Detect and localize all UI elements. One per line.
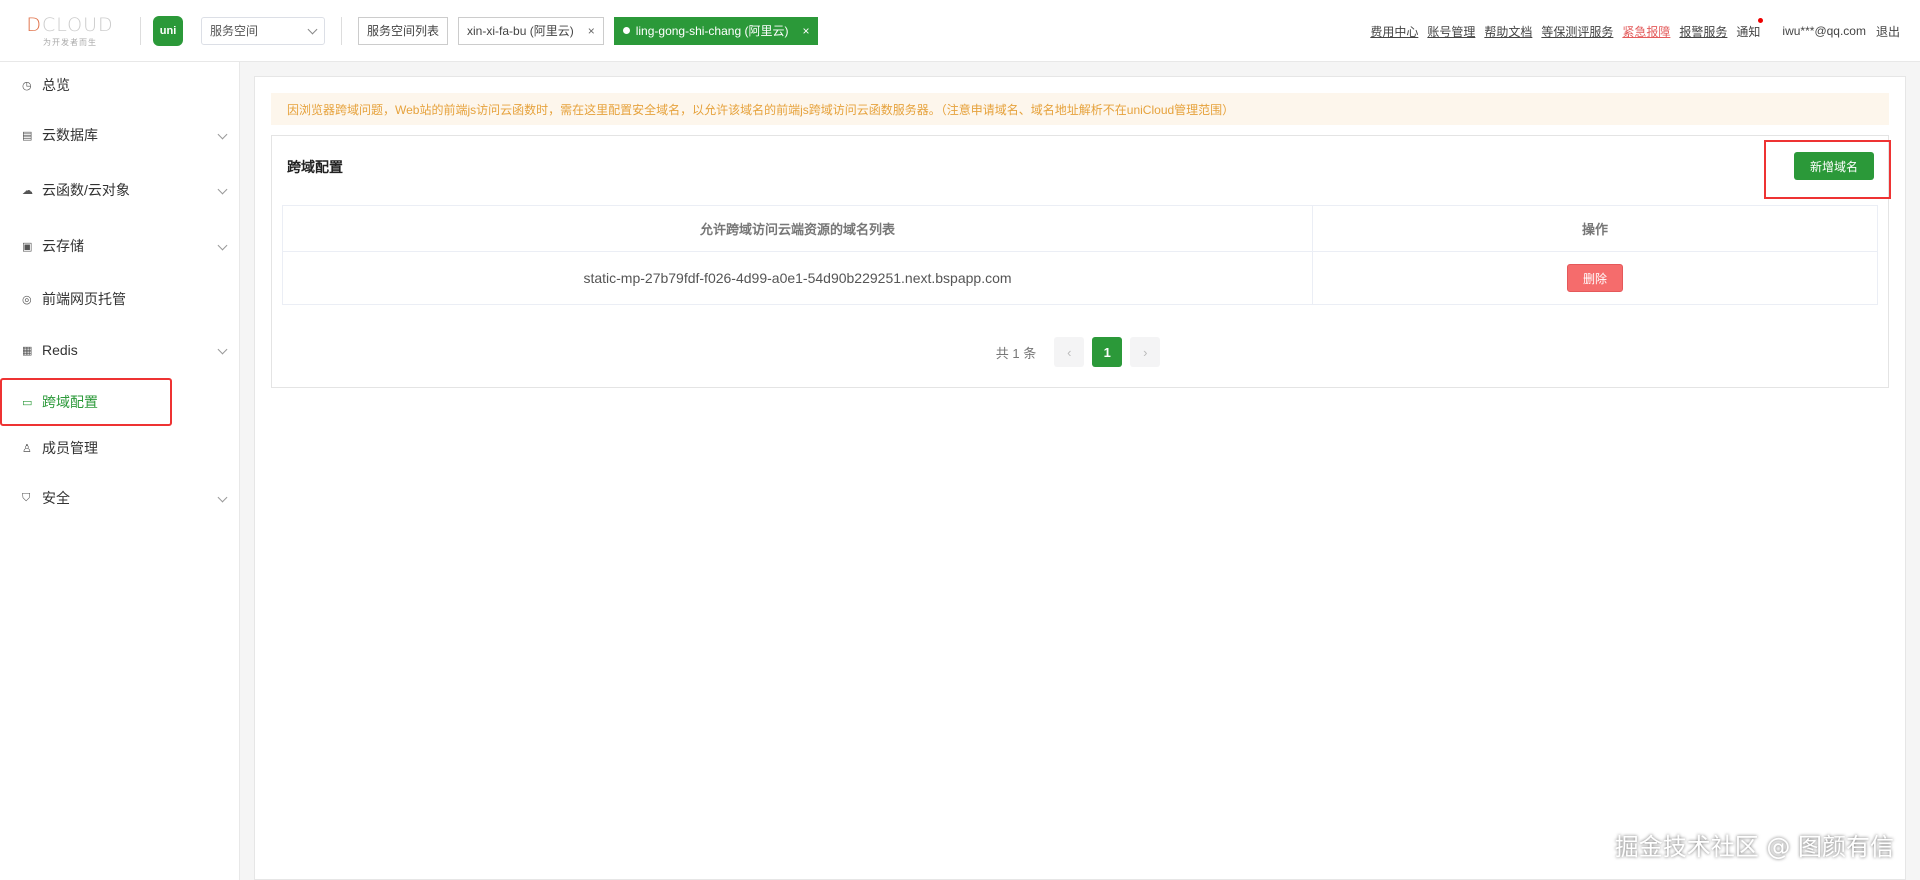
- top-header: DCLOUD 为开发者而生 uni 服务空间 服务空间列表 xin-xi-fa-…: [0, 0, 1920, 62]
- logout-link[interactable]: 退出: [1876, 23, 1900, 40]
- action-cell: 删除: [1312, 251, 1878, 305]
- sidebar-item-storage[interactable]: ▣ 云存储: [0, 226, 240, 266]
- watermark: 掘金技术社区 @ 图颜有信: [1614, 833, 1894, 861]
- chevron-down-icon: [217, 184, 228, 195]
- redis-icon: ▦: [22, 344, 33, 357]
- highlight-box-add-button: [1764, 140, 1891, 199]
- chevron-down-icon: [217, 129, 228, 140]
- close-icon[interactable]: ×: [802, 24, 809, 38]
- panel-title: 跨域配置: [287, 159, 343, 175]
- sidebar-item-members[interactable]: ♙ 成员管理: [0, 428, 240, 468]
- unicloud-logo[interactable]: uni: [153, 15, 183, 46]
- close-icon[interactable]: ×: [588, 24, 595, 38]
- divider: [140, 16, 141, 45]
- sidebar-item-cloud-functions[interactable]: ☁ 云函数/云对象: [0, 170, 240, 210]
- notice-link[interactable]: 通知: [1736, 17, 1764, 40]
- pagination-total: 共 1 条: [995, 345, 1037, 361]
- highlight-box-sidebar: [0, 378, 172, 426]
- divider: [341, 16, 342, 45]
- delete-button[interactable]: 删除: [1567, 264, 1623, 292]
- sidebar-item-redis[interactable]: ▦ Redis: [0, 330, 240, 370]
- security-eval-link[interactable]: 等保测评服务: [1541, 23, 1613, 40]
- chevron-down-icon: [217, 344, 228, 355]
- next-page-button[interactable]: ›: [1130, 337, 1161, 367]
- pagination: 共 1 条 ‹ 1 ›: [272, 337, 1888, 367]
- sidebar: ◷ 总览 ▤ 云数据库 ☁ 云函数/云对象 ▣ 云存储 ◎ 前端网页托管 ▦ R…: [0, 62, 240, 880]
- emergency-report-link[interactable]: 紧急报障: [1622, 23, 1670, 40]
- alarm-service-link[interactable]: 报警服务: [1679, 23, 1727, 40]
- cloud-icon: ☁: [22, 184, 33, 197]
- help-docs-link[interactable]: 帮助文档: [1484, 23, 1532, 40]
- dcloud-logo[interactable]: DCLOUD 为开发者而生: [0, 0, 140, 62]
- storage-icon: ▣: [22, 240, 33, 253]
- column-header-domains: 允许跨域访问云端资源的域名列表: [282, 205, 1313, 252]
- sidebar-item-web-hosting[interactable]: ◎ 前端网页托管: [0, 279, 240, 319]
- table-header-row: 允许跨域访问云端资源的域名列表 操作: [282, 205, 1878, 252]
- web-icon: ◎: [22, 293, 32, 306]
- space-tab-ling-gong-shi-chang[interactable]: ling-gong-shi-chang (阿里云) ×: [613, 16, 819, 45]
- table-row: static-mp-27b79fdf-f026-4d99-a0e1-54d90b…: [282, 251, 1878, 305]
- column-header-actions: 操作: [1312, 205, 1878, 252]
- space-tab-xin-xi-fa-bu[interactable]: xin-xi-fa-bu (阿里云) ×: [458, 16, 604, 45]
- clock-icon: ◷: [22, 79, 32, 92]
- domain-cell: static-mp-27b79fdf-f026-4d99-a0e1-54d90b…: [282, 251, 1313, 305]
- space-list-button[interactable]: 服务空间列表: [358, 16, 449, 45]
- chevron-down-icon: [307, 24, 318, 34]
- billing-link[interactable]: 费用中心: [1370, 23, 1418, 40]
- account-link[interactable]: 账号管理: [1427, 23, 1475, 40]
- chevron-down-icon: [217, 240, 228, 251]
- prev-page-button[interactable]: ‹: [1054, 337, 1085, 367]
- member-icon: ♙: [22, 442, 32, 455]
- sidebar-item-overview[interactable]: ◷ 总览: [0, 65, 240, 105]
- shield-icon: ⛉: [22, 491, 31, 504]
- database-icon: ▤: [22, 129, 33, 142]
- service-space-select[interactable]: 服务空间: [201, 16, 325, 45]
- active-dot-icon: [622, 27, 630, 34]
- chevron-down-icon: [217, 492, 228, 503]
- warning-alert: 因浏览器跨域问题，Web站的前端js访问云函数时，需在这里配置安全域名，以允许该…: [271, 93, 1889, 125]
- cross-domain-panel: 跨域配置 新增域名 允许跨域访问云端资源的域名列表 操作 static-mp-2…: [271, 135, 1889, 388]
- user-account[interactable]: iwu***@qq.com: [1782, 24, 1866, 38]
- sidebar-item-security[interactable]: ⛉ 安全: [0, 478, 240, 518]
- sidebar-item-database[interactable]: ▤ 云数据库: [0, 115, 240, 155]
- domain-table: 允许跨域访问云端资源的域名列表 操作 static-mp-27b79fdf-f0…: [282, 205, 1878, 305]
- top-links: 费用中心 账号管理 帮助文档 等保测评服务 紧急报障 报警服务 通知 iwu**…: [1361, 0, 1900, 62]
- unread-dot: [1758, 17, 1764, 23]
- page-1-button[interactable]: 1: [1092, 337, 1123, 367]
